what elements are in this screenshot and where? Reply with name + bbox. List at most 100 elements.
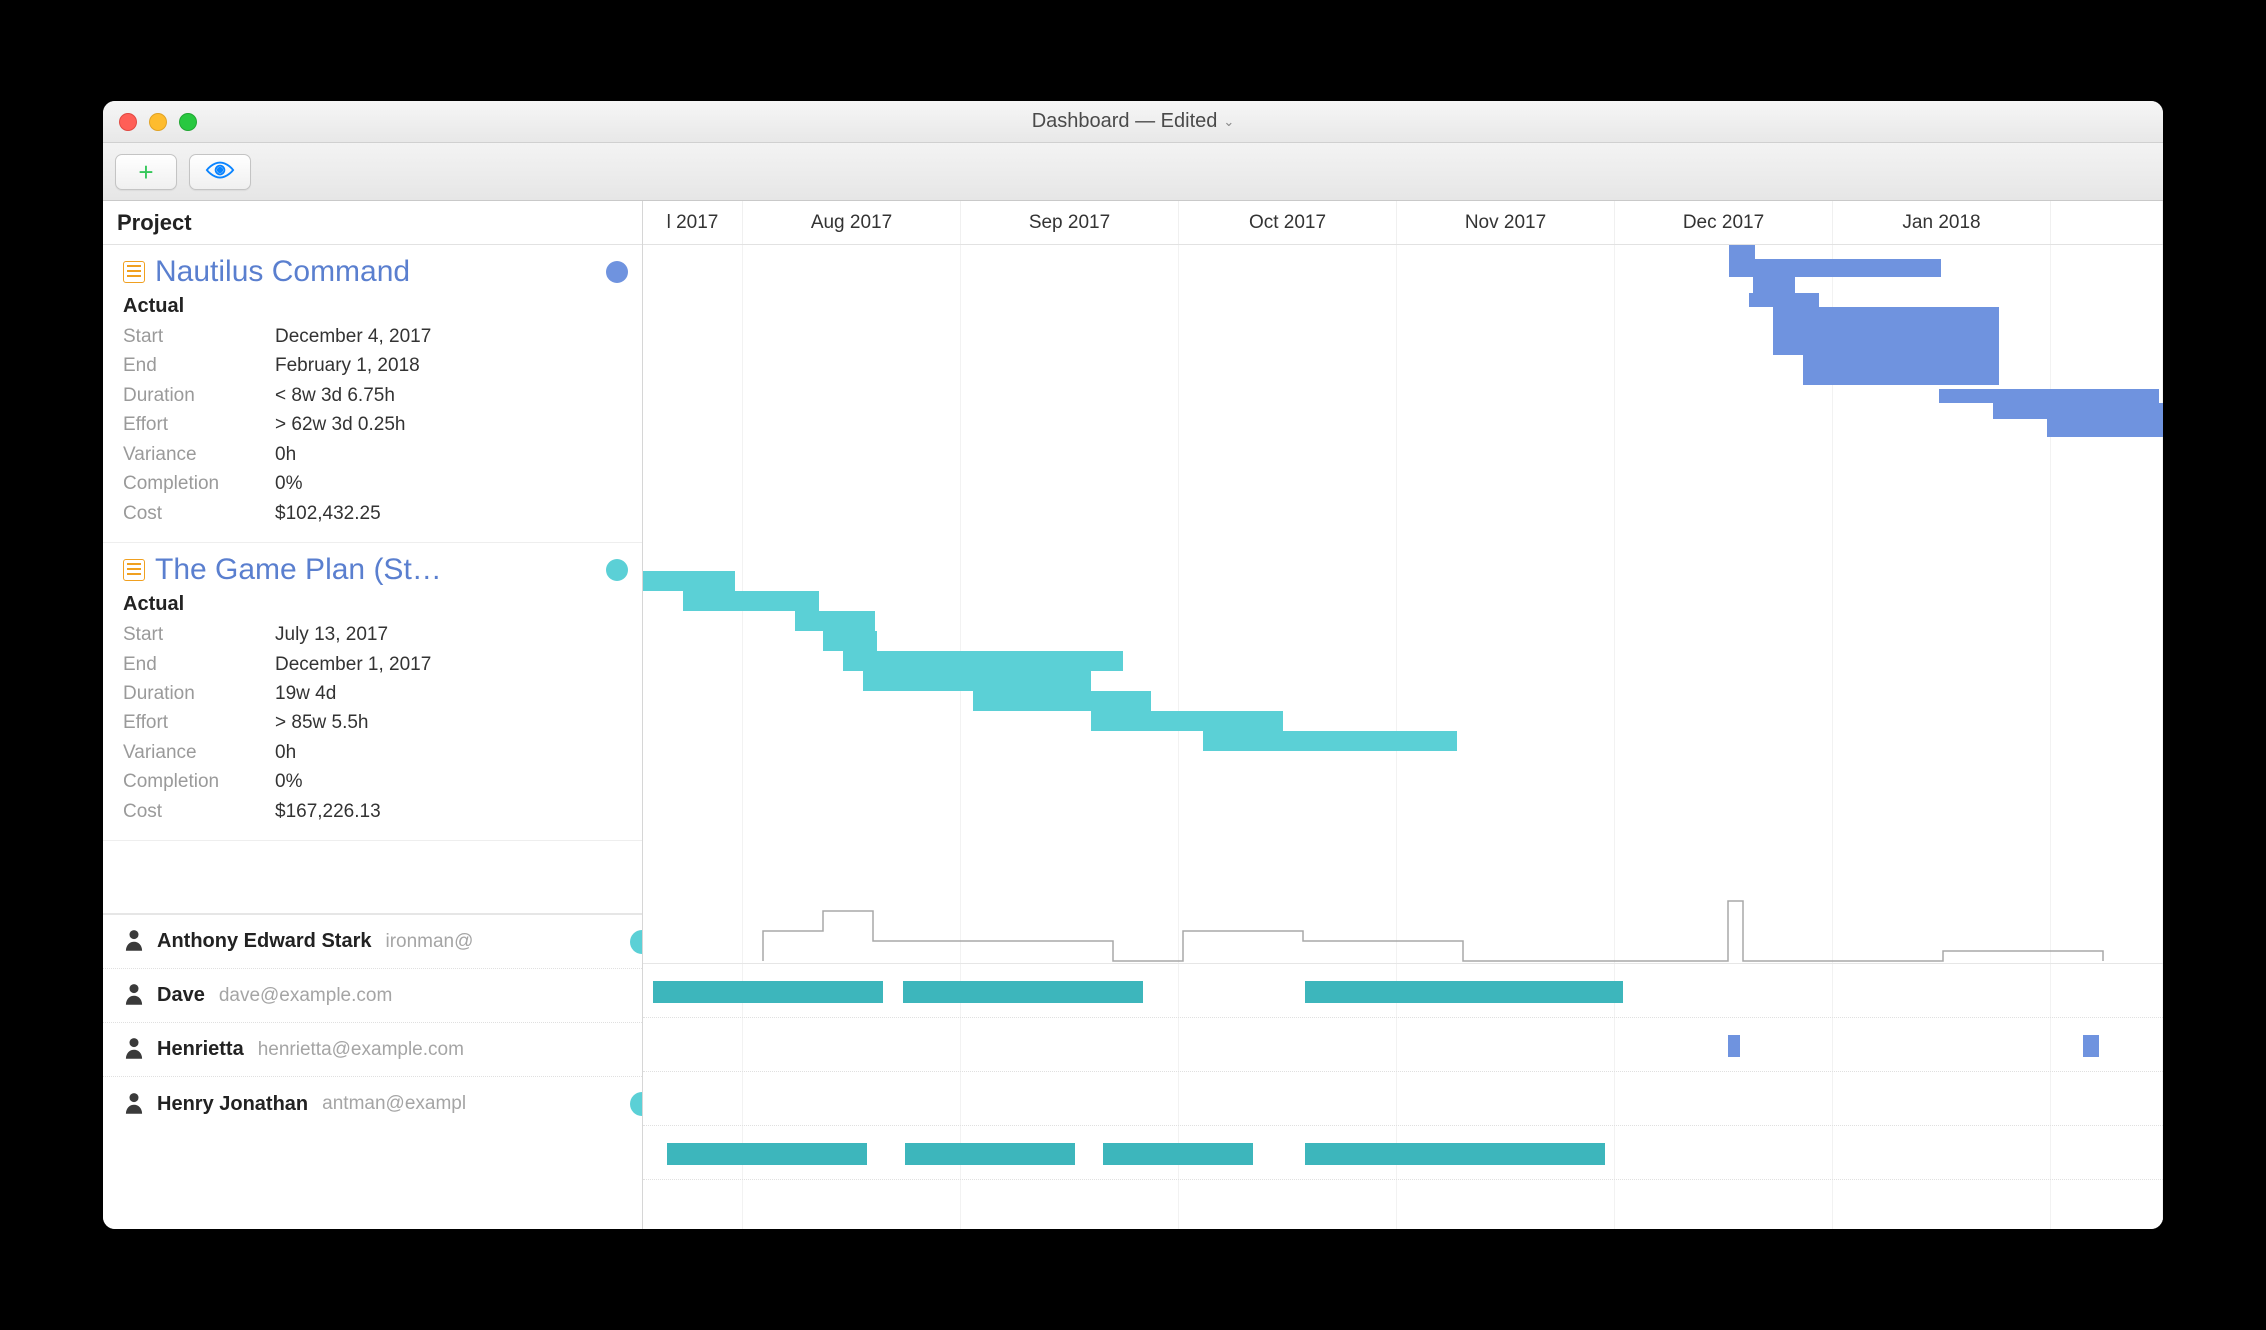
resource-email: antman@exampl	[322, 1093, 466, 1115]
gantt-bar[interactable]	[795, 611, 875, 631]
gantt-project-nautilus	[643, 245, 2163, 565]
resource-bar[interactable]	[1728, 1035, 1740, 1057]
resource-name: Dave	[157, 984, 205, 1007]
gantt-bar[interactable]	[843, 651, 1123, 671]
month-column[interactable]: Sep 2017	[961, 201, 1179, 244]
field-start-k: Start	[123, 620, 275, 649]
window-title[interactable]: Dashboard — Edited ⌄	[103, 110, 2163, 133]
resource-bar[interactable]	[903, 981, 1143, 1003]
gantt-bar[interactable]	[973, 691, 1151, 711]
field-variance-k: Variance	[123, 440, 275, 469]
field-completion-k: Completion	[123, 469, 275, 498]
field-end-k: End	[123, 650, 275, 679]
gantt-bar[interactable]	[1091, 711, 1283, 731]
resource-row-dave[interactable]: Dave dave@example.com	[103, 969, 642, 1023]
sidebar-header-label: Project	[117, 210, 192, 236]
project-title: Nautilus Command	[155, 255, 596, 289]
status-half-dot-icon	[630, 1092, 642, 1116]
sidebar-header[interactable]: Project	[103, 201, 642, 245]
project-title: The Game Plan (St…	[155, 553, 596, 587]
field-end-v: December 1, 2017	[275, 650, 431, 679]
field-end-k: End	[123, 351, 275, 380]
person-icon	[125, 929, 143, 954]
month-column[interactable]: Aug 2017	[743, 201, 961, 244]
gantt-bar[interactable]	[1993, 403, 2163, 419]
month-column[interactable]	[2051, 201, 2163, 244]
field-start-v: December 4, 2017	[275, 322, 431, 351]
field-variance-v: 0h	[275, 440, 296, 469]
actual-label: Actual	[123, 593, 628, 616]
field-duration-k: Duration	[123, 381, 275, 410]
resource-lane	[643, 1126, 2163, 1180]
month-column[interactable]: Nov 2017	[1397, 201, 1615, 244]
timeline-header: l 2017Aug 2017Sep 2017Oct 2017Nov 2017De…	[643, 201, 2163, 245]
status-dot-icon	[606, 559, 628, 581]
field-effort-k: Effort	[123, 708, 275, 737]
gantt-bar[interactable]	[2047, 419, 2163, 437]
gantt-bar[interactable]	[1773, 307, 1999, 355]
chevron-down-icon: ⌄	[1223, 114, 1234, 130]
field-variance-k: Variance	[123, 738, 275, 767]
field-completion-k: Completion	[123, 767, 275, 796]
status-dot-icon	[606, 261, 628, 283]
resource-row-henry[interactable]: Henry Jonathan antman@exampl	[103, 1077, 642, 1131]
project-card-nautilus[interactable]: Nautilus Command Actual StartDecember 4,…	[103, 245, 642, 543]
field-end-v: February 1, 2018	[275, 351, 420, 380]
gantt-bar[interactable]	[1729, 259, 1941, 277]
resource-row-henrietta[interactable]: Henrietta henrietta@example.com	[103, 1023, 642, 1077]
field-effort-v: > 62w 3d 0.25h	[275, 410, 405, 439]
gantt-project-gameplan	[643, 571, 2163, 891]
resource-bar[interactable]	[1103, 1143, 1253, 1165]
add-button[interactable]: +	[115, 154, 177, 190]
view-button[interactable]	[189, 154, 251, 190]
resource-bar[interactable]	[2083, 1035, 2099, 1057]
month-column[interactable]: Dec 2017	[1615, 201, 1833, 244]
field-effort-v: > 85w 5.5h	[275, 708, 369, 737]
field-cost-k: Cost	[123, 797, 275, 826]
gantt-bar[interactable]	[1803, 355, 1999, 385]
gantt-bar[interactable]	[863, 671, 1091, 691]
field-completion-v: 0%	[275, 767, 302, 796]
titlebar: Dashboard — Edited ⌄	[103, 101, 2163, 143]
fullscreen-icon[interactable]	[179, 113, 197, 131]
gantt-bar[interactable]	[1203, 731, 1457, 751]
minimize-icon[interactable]	[149, 113, 167, 131]
resource-bar[interactable]	[905, 1143, 1075, 1165]
resource-bar[interactable]	[1305, 981, 1623, 1003]
resource-bar[interactable]	[653, 981, 883, 1003]
close-icon[interactable]	[119, 113, 137, 131]
field-duration-k: Duration	[123, 679, 275, 708]
field-start-k: Start	[123, 322, 275, 351]
gantt-bar[interactable]	[683, 591, 819, 611]
field-effort-k: Effort	[123, 410, 275, 439]
month-column[interactable]: Oct 2017	[1179, 201, 1397, 244]
resource-row-anthony[interactable]: Anthony Edward Stark ironman@	[103, 915, 642, 969]
month-column[interactable]: Jan 2018	[1833, 201, 2051, 244]
gantt-bar[interactable]	[1939, 389, 2159, 403]
resource-lane	[643, 964, 2163, 1018]
toolbar: +	[103, 143, 2163, 201]
content-area: Project Nautilus Command Actual StartDec…	[103, 201, 2163, 1229]
person-icon	[125, 983, 143, 1008]
resource-name: Henry Jonathan	[157, 1093, 308, 1116]
field-variance-v: 0h	[275, 738, 296, 767]
field-cost-v: $167,226.13	[275, 797, 381, 826]
gantt-bar[interactable]	[1729, 245, 1755, 259]
field-duration-v: < 8w 3d 6.75h	[275, 381, 395, 410]
gantt-bar[interactable]	[1749, 293, 1819, 307]
gantt-bar[interactable]	[823, 631, 877, 651]
month-column[interactable]: l 2017	[643, 201, 743, 244]
resource-list: Anthony Edward Stark ironman@ Dave dave@…	[103, 914, 642, 1131]
resource-lane	[643, 1072, 2163, 1126]
resource-gantt-area	[643, 964, 2163, 1180]
resource-bar[interactable]	[1305, 1143, 1605, 1165]
project-card-gameplan[interactable]: The Game Plan (St… Actual StartJuly 13, …	[103, 543, 642, 841]
traffic-lights	[119, 113, 197, 131]
project-file-icon	[123, 559, 145, 581]
gantt-bar[interactable]	[1753, 277, 1795, 293]
timeline[interactable]: l 2017Aug 2017Sep 2017Oct 2017Nov 2017De…	[643, 201, 2163, 1229]
field-duration-v: 19w 4d	[275, 679, 336, 708]
resource-email: ironman@	[385, 931, 473, 953]
gantt-bar[interactable]	[643, 571, 735, 591]
resource-bar[interactable]	[667, 1143, 867, 1165]
